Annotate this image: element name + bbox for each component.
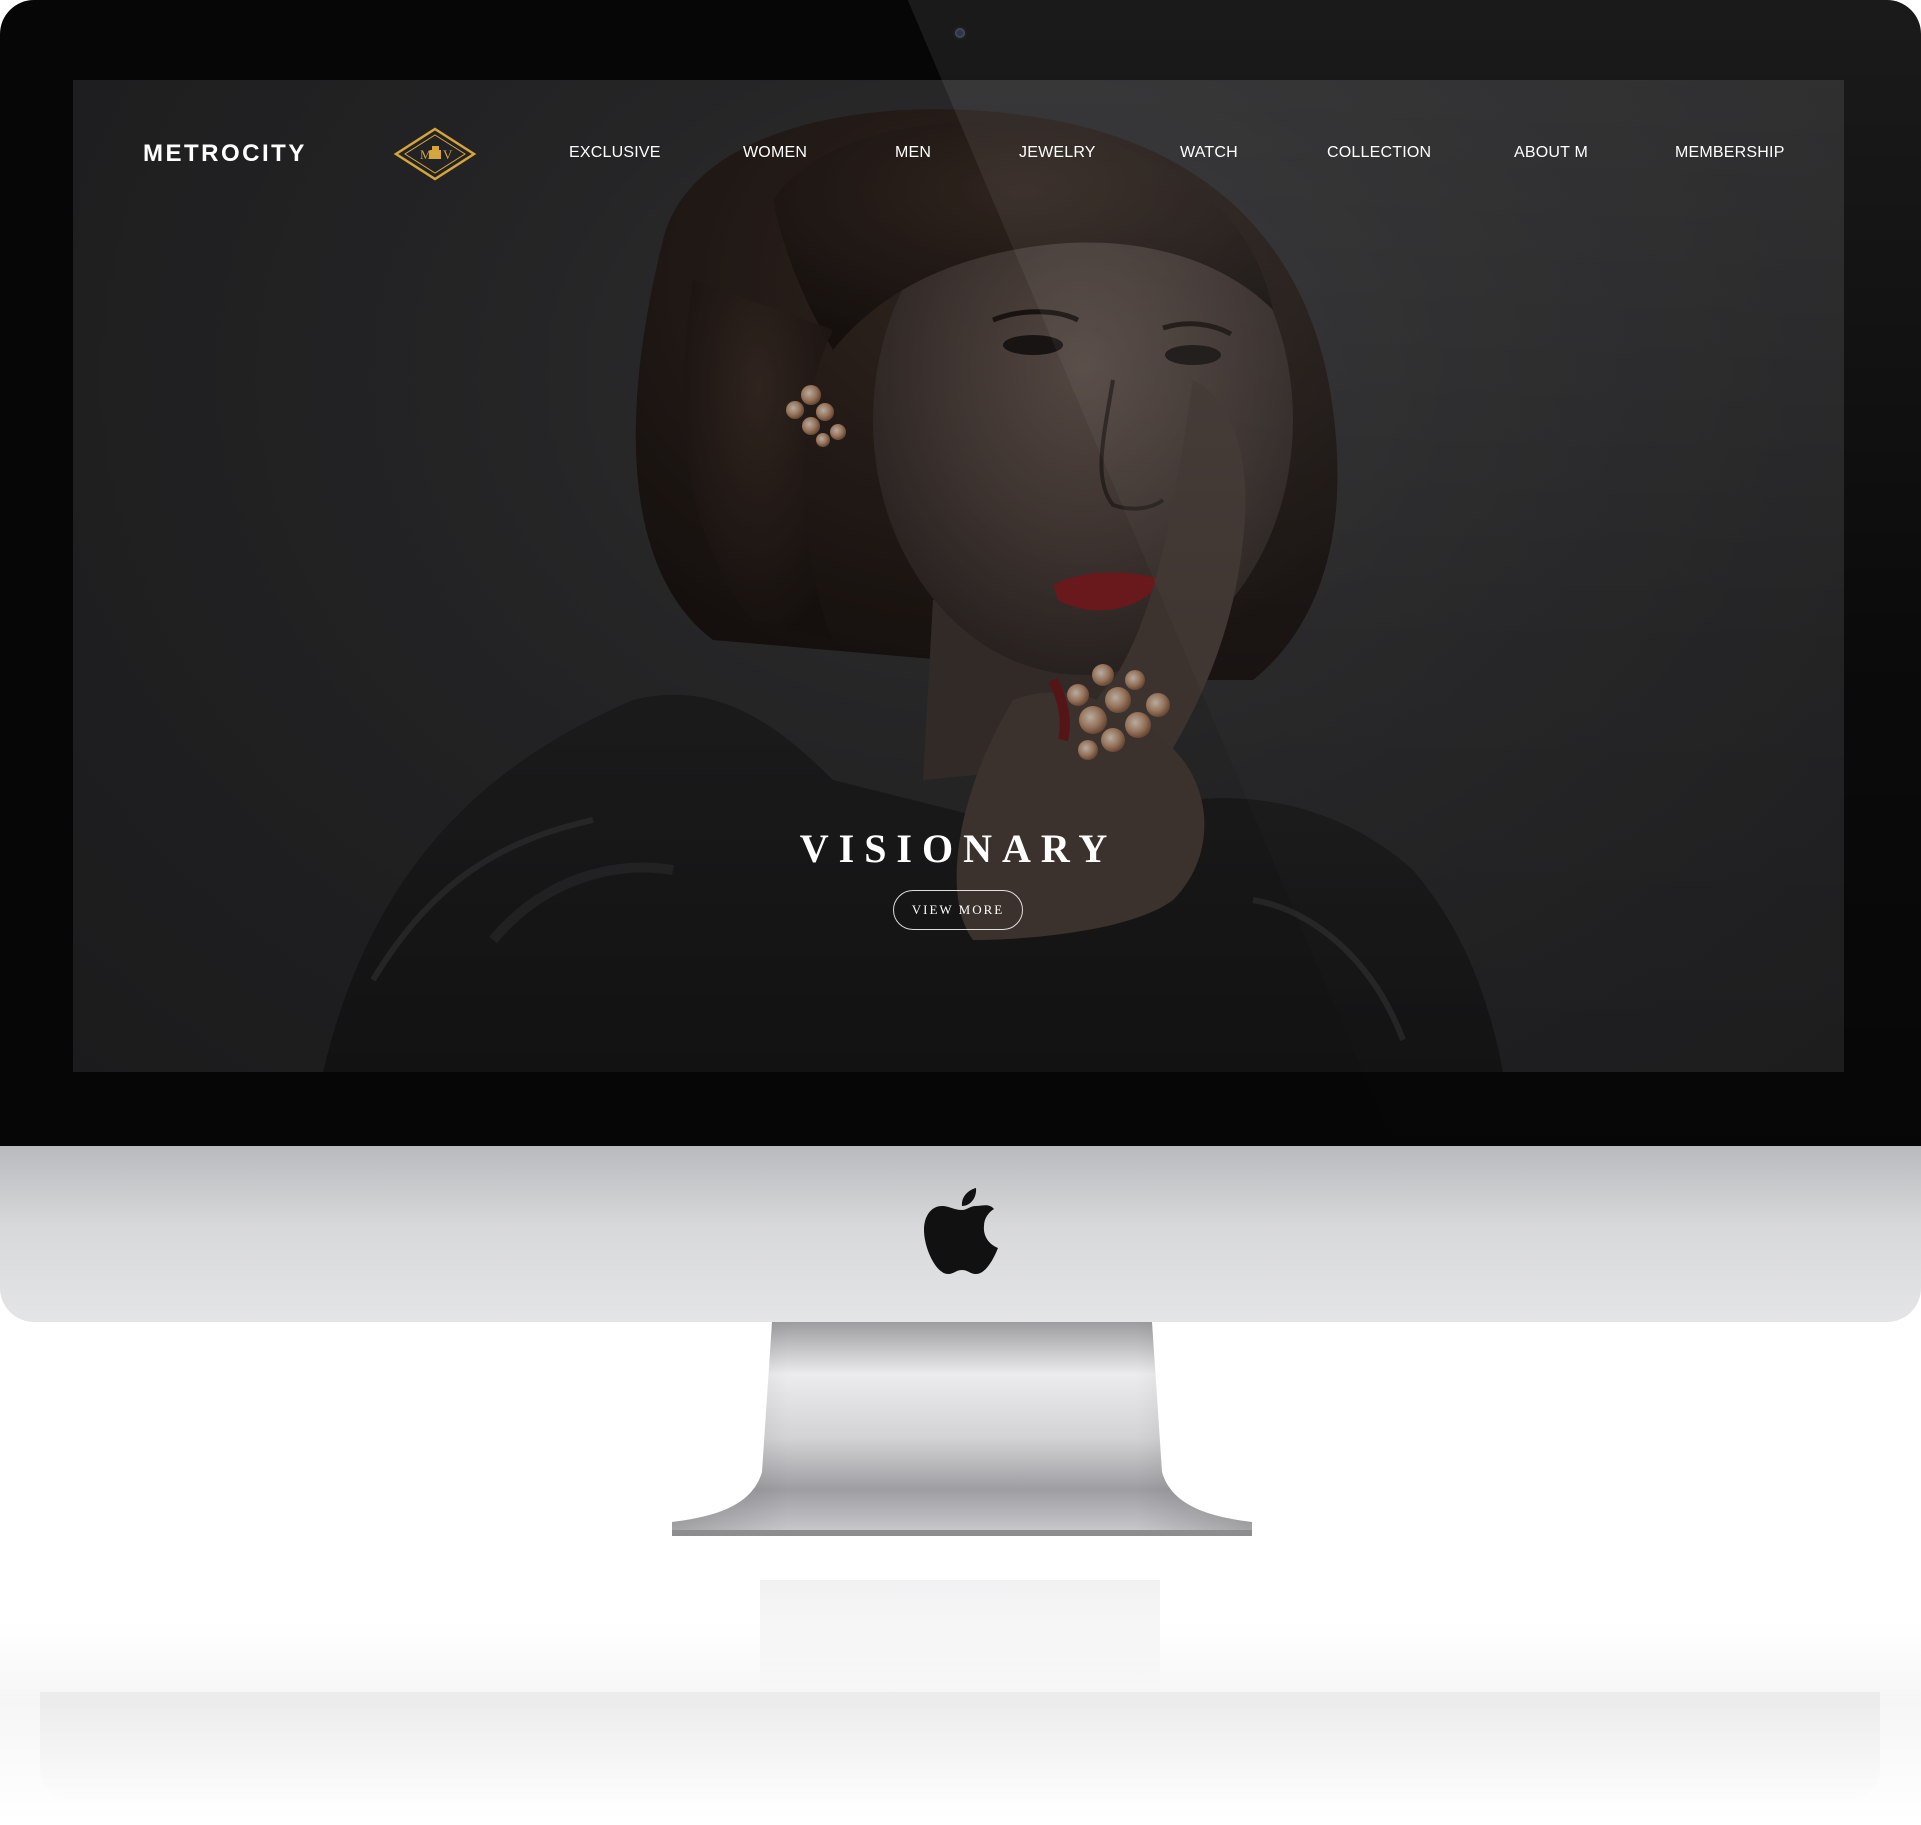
monitor-bezel: METROCITY M V EXCLUSIVE WOMEN MEN JEWELR… <box>0 0 1921 1146</box>
nav-item-about-m[interactable]: ABOUT M <box>1514 144 1588 162</box>
hero-title: VISIONARY <box>799 826 1118 871</box>
website-screen: METROCITY M V EXCLUSIVE WOMEN MEN JEWELR… <box>73 80 1844 1072</box>
main-menu: EXCLUSIVE WOMEN MEN JEWELRY WATCH COLLEC… <box>73 144 1844 168</box>
nav-item-jewelry[interactable]: JEWELRY <box>1019 144 1096 162</box>
monitor-chin <box>0 1146 1921 1322</box>
imac-mockup: METROCITY M V EXCLUSIVE WOMEN MEN JEWELR… <box>0 0 1921 1825</box>
nav-item-collection[interactable]: COLLECTION <box>1327 144 1431 162</box>
nav-item-exclusive[interactable]: EXCLUSIVE <box>569 144 661 162</box>
view-more-button[interactable]: VIEW MORE <box>893 890 1023 930</box>
nav-item-watch[interactable]: WATCH <box>1180 144 1238 162</box>
nav-item-men[interactable]: MEN <box>895 144 931 162</box>
top-navigation: METROCITY M V EXCLUSIVE WOMEN MEN JEWELR… <box>73 80 1844 230</box>
desk-reflection <box>0 1580 1921 1825</box>
camera-icon <box>953 26 967 40</box>
apple-logo-icon <box>924 1188 998 1274</box>
nav-item-membership[interactable]: MEMBERSHIP <box>1675 144 1785 162</box>
monitor-stand <box>672 1322 1252 1536</box>
nav-item-women[interactable]: WOMEN <box>743 144 807 162</box>
